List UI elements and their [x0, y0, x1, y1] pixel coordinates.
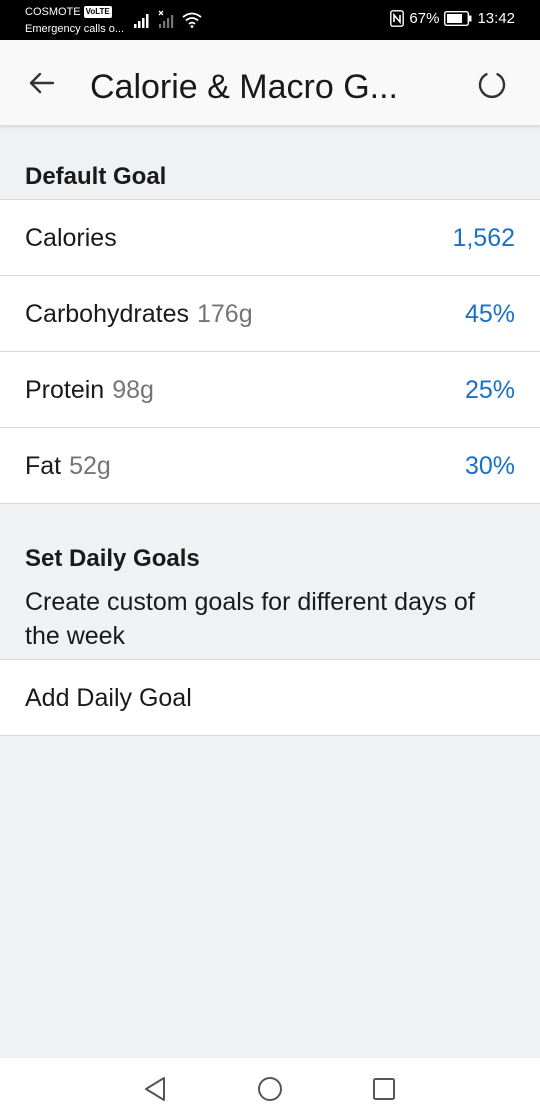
protein-grams: 98g [112, 376, 154, 404]
nav-recents-button[interactable] [369, 1074, 399, 1104]
refresh-icon [478, 73, 506, 98]
protein-percent: 25% [464, 376, 515, 404]
nav-home-button[interactable] [255, 1074, 285, 1104]
status-time: 13:42 [477, 10, 515, 27]
add-daily-goal-row[interactable]: Add Daily Goal [0, 660, 540, 736]
emergency-calls-text: Emergency calls o... [25, 23, 125, 35]
daily-goals-list: Add Daily Goal [0, 659, 540, 736]
daily-goals-heading: Set Daily Goals [25, 545, 200, 572]
add-daily-goal-label: Add Daily Goal [25, 684, 192, 712]
signal-icon [134, 14, 149, 28]
nav-recents-icon [373, 1078, 395, 1100]
carbohydrates-row[interactable]: Carbohydrates 176g 45% [0, 276, 540, 352]
nav-home-icon [258, 1077, 282, 1101]
carbohydrates-label: Carbohydrates 176g [25, 300, 253, 328]
daily-goals-description: Create custom goals for different days o… [25, 588, 475, 650]
carrier-info: COSMOTE VoLTE [25, 6, 112, 18]
carrier-name: COSMOTE [25, 6, 81, 18]
signal-no-service-icon [158, 10, 174, 28]
calories-row[interactable]: Calories 1,562 [0, 200, 540, 276]
carbohydrates-grams: 176g [196, 300, 253, 328]
back-arrow-icon [29, 72, 55, 94]
wifi-icon [182, 12, 202, 28]
battery-percent: 67% [409, 10, 440, 27]
status-right: 67% 13:42 [390, 10, 515, 27]
fat-grams: 52g [69, 452, 111, 480]
default-goal-heading: Default Goal [25, 163, 167, 190]
nfc-icon [390, 10, 405, 27]
page-title: Calorie & Macro G... [90, 68, 398, 106]
default-goal-list: Calories 1,562 Carbohydrates 176g 45% Pro… [0, 199, 540, 504]
calories-label: Calories [25, 224, 117, 252]
nav-back-button[interactable] [140, 1074, 170, 1104]
battery-icon [444, 11, 472, 26]
system-nav-bar [0, 1058, 540, 1120]
back-button[interactable] [22, 63, 62, 103]
refresh-button[interactable] [472, 65, 512, 105]
protein-row[interactable]: Protein 98g 25% [0, 352, 540, 428]
nav-back-icon [145, 1077, 165, 1101]
status-bar: COSMOTE VoLTE Emergency calls o... 67% 1… [0, 0, 540, 40]
carbohydrates-percent: 45% [464, 300, 515, 328]
fat-row[interactable]: Fat 52g 30% [0, 428, 540, 504]
app-bar: Calorie & Macro G... [0, 40, 540, 126]
fat-percent: 30% [464, 452, 515, 480]
protein-label: Protein 98g [25, 376, 154, 404]
signal-icons [134, 10, 202, 28]
calories-value: 1,562 [452, 224, 515, 252]
volte-badge: VoLTE [83, 6, 112, 18]
fat-label: Fat 52g [25, 452, 111, 480]
